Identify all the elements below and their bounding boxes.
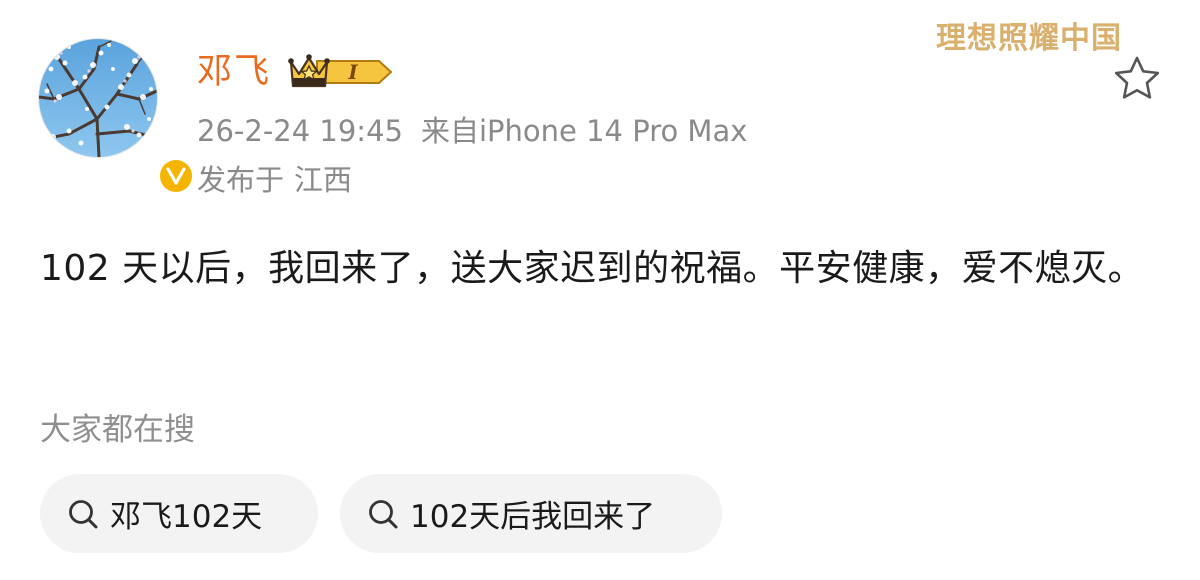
post-text: 102 天以后，我回来了，送大家迟到的祝福。平安健康，爱不熄灭。 xyxy=(40,248,1145,289)
search-chip[interactable]: 102天后我回来了 xyxy=(340,474,722,553)
username[interactable]: 邓飞 xyxy=(197,54,271,90)
watermark: 理想照耀中国 xyxy=(936,21,1122,56)
username-row: 邓飞 I xyxy=(197,48,395,96)
avatar-container[interactable] xyxy=(38,38,196,196)
location-name: 江西 xyxy=(294,163,353,197)
avatar-image xyxy=(39,39,157,157)
search-icon xyxy=(369,499,398,528)
post-location: 发布于 江西 xyxy=(197,160,352,200)
trending-chips: 邓飞102天 102天后我回来了 xyxy=(40,474,722,553)
post-meta: 26-2-24 19:45 来自iPhone 14 Pro Max xyxy=(197,111,747,151)
post-source: 来自iPhone 14 Pro Max xyxy=(420,114,748,148)
vip-badge[interactable]: I xyxy=(287,52,395,92)
post-timestamp: 26-2-24 19:45 xyxy=(197,114,403,148)
trending-title: 大家都在搜 xyxy=(40,412,195,448)
verified-badge xyxy=(156,156,196,196)
search-icon xyxy=(69,499,98,528)
location-prefix: 发布于 xyxy=(197,163,285,197)
search-chip[interactable]: 邓飞102天 xyxy=(40,474,318,553)
vip-level: I xyxy=(347,60,358,84)
crown-icon: I xyxy=(288,54,393,88)
verified-v-icon xyxy=(160,160,192,192)
favorite-button[interactable] xyxy=(1112,54,1162,104)
search-chip-label: 邓飞102天 xyxy=(110,499,263,535)
avatar[interactable] xyxy=(38,38,158,158)
star-outline-icon xyxy=(1114,56,1160,99)
search-chip-label: 102天后我回来了 xyxy=(410,499,656,535)
